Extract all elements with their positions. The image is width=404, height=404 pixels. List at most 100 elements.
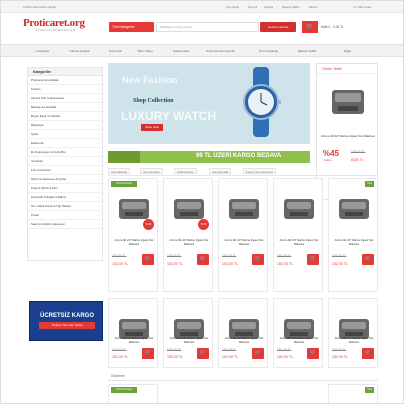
nav-home[interactable]: ⌂ Anasayfa [34, 49, 49, 53]
add-to-cart-button[interactable]: 🛒 [142, 348, 154, 359]
link-help[interactable]: Yardım [308, 5, 317, 9]
product-card[interactable]: Yeni Arzum AR 227 Marine İzgara Tost Mak… [328, 178, 378, 292]
product-name[interactable]: Arzum AR 227 Marine İzgara Tost Makinesi [166, 337, 212, 345]
sale-badge: %45 [198, 219, 209, 230]
product-card[interactable]: Arzum AR 227 Marine İzgara Tost Makinesi… [273, 298, 323, 368]
product-card[interactable]: Arzum AR 227 Marine İzgara Tost Makinesi… [328, 298, 378, 368]
nav-contact[interactable]: Bize Ulaşın [138, 49, 153, 53]
add-to-cart-button[interactable]: 🛒 [252, 348, 264, 359]
category-sidebar: Kategoriler Proticaret Ayrıcalıkları Tel… [27, 67, 103, 261]
product-tabs: Çok Satanlar Yeni Gelenler İndirimdekile… [108, 166, 378, 176]
sidebar-item[interactable]: Oto Yedek Parça & Tüp Market [28, 202, 102, 211]
product-old-price: 152,00 TL [112, 254, 127, 258]
deal-old-price: 152,00 TL [351, 150, 366, 154]
add-to-cart-button[interactable]: 🛒 [307, 254, 319, 265]
product-name[interactable]: Arzum AR 227 Marine İzgara Tost Makinesi [331, 337, 377, 345]
sidebar-item[interactable]: Ölçüm & Aksesuar & Çanta [28, 175, 102, 184]
product-card[interactable]: Arzum AR 227 Marine İzgara Tost Makinesi… [108, 298, 158, 368]
sidebar-item[interactable]: Beyaz Eşya Ve Mutfak [28, 112, 102, 121]
tab-discounted[interactable]: İndirimdekiler [174, 168, 197, 174]
sidebar-item[interactable]: Poster [28, 211, 102, 220]
nav-catalog[interactable]: Ürün Kataloğu [259, 49, 278, 53]
hero-banner[interactable]: New Fashion Shop Collection LUXURY WATCH… [108, 63, 310, 144]
sidebar-item[interactable]: Çiçek [28, 130, 102, 139]
nav-faq[interactable]: Sıkça Sorulan Sorular [206, 49, 235, 53]
product-card[interactable]: %45 Arzum AR 227 Marine İzgara Tost Maki… [163, 178, 213, 292]
sidebar-item[interactable]: Telefon [28, 85, 102, 94]
add-to-cart-button[interactable]: 🛒 [252, 254, 264, 265]
site-logo[interactable]: Proticaret.org e-Ticaret'in en etkili ha… [23, 17, 93, 39]
product-card[interactable]: Arzum AR 227 Marine İzgara Tost Makinesi… [273, 178, 323, 292]
shipping-banner[interactable]: 99 TL ÜZERİ KARGO BEDAVA [108, 151, 310, 163]
search-button[interactable]: Getirme Arama [260, 22, 296, 32]
banner-line2: Shop Collection [133, 98, 174, 104]
sidebar-item[interactable]: Ev Dekorasyon & Hobi Box [28, 148, 102, 157]
product-card[interactable]: Ücretsiz Kargo [108, 384, 158, 403]
product-card[interactable]: Arzum AR 227 Marine İzgara Tost Makinesi… [218, 178, 268, 292]
nav-other[interactable]: Diğer [344, 49, 351, 53]
sidebar-item[interactable]: Kitap & Müzik & Film [28, 184, 102, 193]
nav-consumer-support[interactable]: Tüketici Destek [69, 49, 90, 53]
nav-offer[interactable]: İlişkinin Teklifi [298, 49, 316, 53]
product-price: 152,00 TL [112, 262, 129, 266]
sale-badge: %45 [143, 219, 154, 230]
product-price: 152,00 TL [332, 262, 349, 266]
product-name[interactable]: Arzum AR 227 Marine İzgara Tost Makinesi [166, 239, 212, 247]
product-old-price: 152,00 TL [332, 254, 347, 258]
product-name[interactable]: Arzum AR 227 Marine İzgara Tost Makinesi [221, 239, 267, 247]
cart-summary[interactable]: Adet 0 - 0,00 TL [321, 25, 344, 29]
tab-favorite[interactable]: Favori Ürün Günün Pl [243, 168, 277, 174]
sidebar-item[interactable]: Aksa & Tatlı & Akçessetler [28, 94, 102, 103]
add-to-cart-button[interactable]: 🛒 [197, 254, 209, 265]
sidebar-item[interactable]: Elektronik [28, 139, 102, 148]
add-to-cart-button[interactable]: 🛒 [142, 254, 154, 265]
product-old-price: 152,00 TL [277, 348, 292, 352]
free-shipping-promo[interactable]: ÜCRETSİZ KARGO Türkiye Yolu Her Yerine [29, 301, 103, 341]
tab-campaigns[interactable]: Kampanyalar [209, 168, 232, 174]
add-to-cart-button[interactable]: 🛒 [362, 348, 374, 359]
product-card[interactable]: Arzum AR 227 Marine İzgara Tost Makinesi… [163, 298, 213, 368]
category-dropdown[interactable]: Tüm Kategoriler [109, 22, 154, 32]
product-name[interactable]: Arzum AR 227 Marine İzgara Tost Makinesi [276, 239, 322, 247]
sidebar-item[interactable]: Bilgisayar [28, 121, 102, 130]
sidebar-item[interactable]: Saat & Gözlük & Aksesuar [28, 220, 102, 229]
promo-title: ÜCRETSİZ KARGO [40, 313, 94, 319]
add-to-cart-button[interactable]: 🛒 [197, 348, 209, 359]
logo-tagline: e-Ticaret'in en etkili hali ticaret.org … [36, 29, 76, 32]
product-name[interactable]: Arzum AR 227 Marine İzgara Tost Makinesi [331, 239, 377, 247]
product-old-price: 152,00 TL [277, 254, 292, 258]
sidebar-item[interactable]: Bebeğe & Hediyelik [28, 103, 102, 112]
address-count: 9.926 Üzeri Adres Kayıtlı [23, 5, 57, 9]
nav-corporate[interactable]: Kurumsal [109, 49, 122, 53]
tab-new-arrivals[interactable]: Yeni Gelenler [140, 168, 163, 174]
link-order-tracking[interactable]: Sipariş Takibi [282, 5, 300, 9]
search-input[interactable]: Aradığınız ürünü yazınız [156, 22, 259, 32]
product-old-price: 152,00 TL [167, 348, 182, 352]
product-card[interactable]: Ücretsiz Kargo %45 Arzum AR 227 Marine İ… [108, 178, 158, 292]
sidebar-item[interactable]: Foto & Kamera [28, 166, 102, 175]
product-card[interactable]: Yeni [328, 384, 378, 403]
product-price: 152,00 TL [277, 355, 294, 359]
add-to-cart-button[interactable]: 🛒 [362, 254, 374, 265]
product-name[interactable]: Arzum AR 227 Marine İzgara Tost Makinesi [111, 239, 157, 247]
product-name[interactable]: Arzum AR 227 Marine İzgara Tost Makinesi [111, 337, 157, 345]
cart-icon[interactable]: 🛒 [302, 21, 318, 33]
banner-line3: LUXURY WATCH [121, 109, 217, 123]
product-card[interactable]: Arzum AR 227 Marine İzgara Tost Makinesi… [218, 298, 268, 368]
nav-about[interactable]: Hakkımızda [173, 49, 189, 53]
sidebar-item[interactable]: Yemekler [28, 157, 102, 166]
link-order[interactable]: Sipariş [264, 5, 273, 9]
product-name[interactable]: Arzum AR 227 Marine İzgara Tost Makinesi [221, 337, 267, 345]
add-to-cart-button[interactable]: 🛒 [307, 348, 319, 359]
currency-select[interactable]: TL Türk Lirası [353, 5, 371, 9]
sidebar-item[interactable]: Kozmetik & Sağlık & Bakım [28, 193, 102, 202]
sidebar-item[interactable]: Proticaret Ayrıcalıkları [28, 76, 102, 85]
link-register[interactable]: Üye Ol [248, 5, 257, 9]
tab-best-sellers[interactable]: Çok Satanlar [108, 168, 131, 174]
section-title: Önizleme [108, 371, 378, 381]
truck-icon [108, 151, 140, 163]
free-shipping-badge: Ücretsiz Kargo [111, 181, 137, 187]
product-name[interactable]: Arzum AR 227 Marine İzgara Tost Makinesi [276, 337, 322, 345]
shop-now-button[interactable]: Shop Now [141, 124, 163, 131]
link-login[interactable]: Üye Girişi [226, 5, 239, 9]
